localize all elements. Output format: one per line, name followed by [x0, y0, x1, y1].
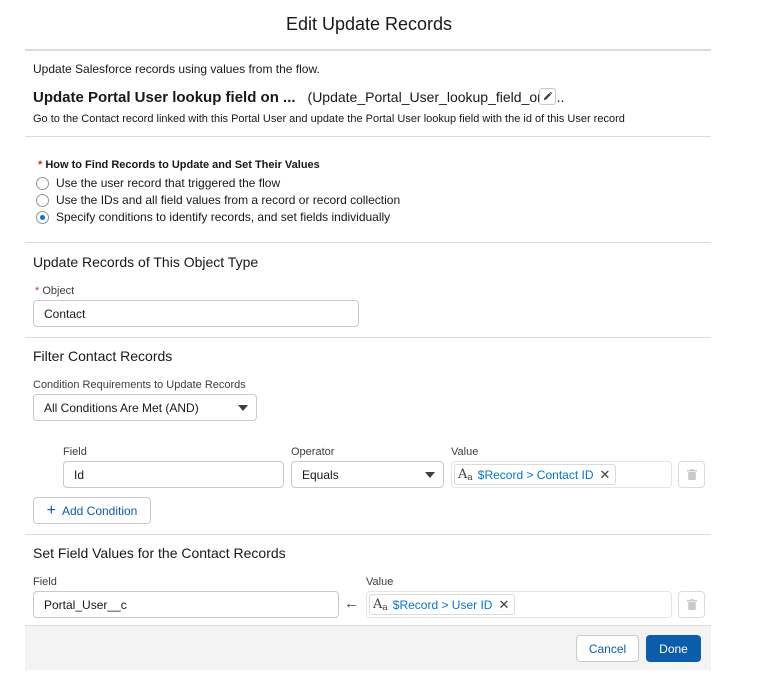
add-condition-label: Add Condition	[61, 503, 138, 518]
radio-option-record-collection[interactable]: Use the IDs and all field values from a …	[36, 193, 400, 207]
how-to-find-label-text: How to Find Records to Update and Set Th…	[45, 159, 320, 171]
resource-pill-label: $Record > Contact ID	[477, 467, 594, 482]
done-button[interactable]: Done	[646, 635, 701, 662]
radio-option-specify-conditions[interactable]: Specify conditions to identify records, …	[36, 210, 390, 224]
arrow-left-icon: ←	[344, 595, 359, 612]
resource-pill-label: $Record > User ID	[392, 597, 493, 612]
object-label: * Object	[35, 285, 74, 297]
radio-button[interactable]	[36, 176, 49, 190]
delete-condition-button[interactable]	[678, 461, 705, 488]
modal-title: Edit Update Records	[285, 14, 453, 34]
set-fields-heading: Set Field Values for the Contact Records	[33, 545, 286, 561]
close-icon[interactable]: ✕	[498, 597, 509, 613]
condition-requirements-value: All Conditions Are Met (AND)	[44, 400, 199, 415]
condition-operator-select[interactable]: Equals	[291, 461, 444, 488]
radio-label: Specify conditions to identify records, …	[56, 210, 391, 224]
edit-label-button[interactable]	[539, 88, 556, 105]
how-to-find-label: * How to Find Records to Update and Set …	[38, 159, 320, 171]
element-description: Go to the Contact record linked with thi…	[33, 113, 625, 125]
assignment-value-input[interactable]: Aa $Record > User ID ✕	[366, 591, 672, 618]
trash-icon	[686, 599, 697, 610]
text-type-icon: Aa	[373, 596, 388, 613]
condition-operator-value: Equals	[302, 467, 339, 482]
close-icon[interactable]: ✕	[600, 467, 611, 483]
divider	[25, 242, 711, 243]
radio-option-triggering-record[interactable]: Use the user record that triggered the f…	[36, 176, 280, 190]
object-input[interactable]: Contact	[33, 300, 359, 327]
element-api-name: (Update_Portal_User_lookup_field_on_...	[307, 89, 565, 105]
object-label-text: Object	[42, 285, 75, 297]
delete-assignment-button[interactable]	[678, 591, 705, 618]
assignment-value-header: Value	[366, 576, 394, 588]
assignment-field-input[interactable]: Portal_User__c	[33, 591, 339, 618]
radio-button-selected[interactable]	[36, 210, 49, 224]
resource-pill[interactable]: Aa $Record > Contact ID ✕	[454, 464, 617, 485]
add-condition-button[interactable]: + Add Condition	[33, 497, 151, 524]
condition-field-input[interactable]: Id	[63, 461, 284, 488]
caret-down-icon	[238, 405, 248, 411]
radio-label: Use the user record that triggered the f…	[56, 176, 281, 190]
text-type-icon: Aa	[458, 466, 473, 483]
condition-value-input[interactable]: Aa $Record > Contact ID ✕	[451, 461, 672, 488]
divider	[25, 136, 711, 137]
object-section-heading: Update Records of This Object Type	[33, 254, 259, 270]
filter-section-heading: Filter Contact Records	[33, 348, 173, 364]
element-label-row: Update Portal User lookup field on ... (…	[33, 87, 564, 107]
intro-text: Update Salesforce records using values f…	[33, 62, 320, 76]
condition-field-header: Field	[63, 446, 87, 458]
assignment-field-header: Field	[33, 576, 57, 588]
caret-down-icon	[425, 472, 435, 478]
trash-icon	[686, 469, 697, 480]
radio-label: Use the IDs and all field values from a …	[56, 193, 401, 207]
condition-requirements-select[interactable]: All Conditions Are Met (AND)	[33, 394, 257, 421]
divider	[25, 534, 711, 535]
cancel-button[interactable]: Cancel	[576, 635, 639, 662]
condition-operator-header: Operator	[291, 446, 335, 458]
condition-value-header: Value	[451, 446, 479, 458]
resource-pill[interactable]: Aa $Record > User ID ✕	[369, 594, 516, 615]
header-divider	[25, 49, 711, 51]
plus-icon: +	[46, 501, 56, 519]
divider	[25, 337, 711, 338]
condition-requirements-label: Condition Requirements to Update Records	[33, 379, 246, 391]
element-label: Update Portal User lookup field on ...	[33, 88, 296, 106]
pencil-icon	[543, 91, 553, 101]
radio-button[interactable]	[36, 193, 49, 207]
